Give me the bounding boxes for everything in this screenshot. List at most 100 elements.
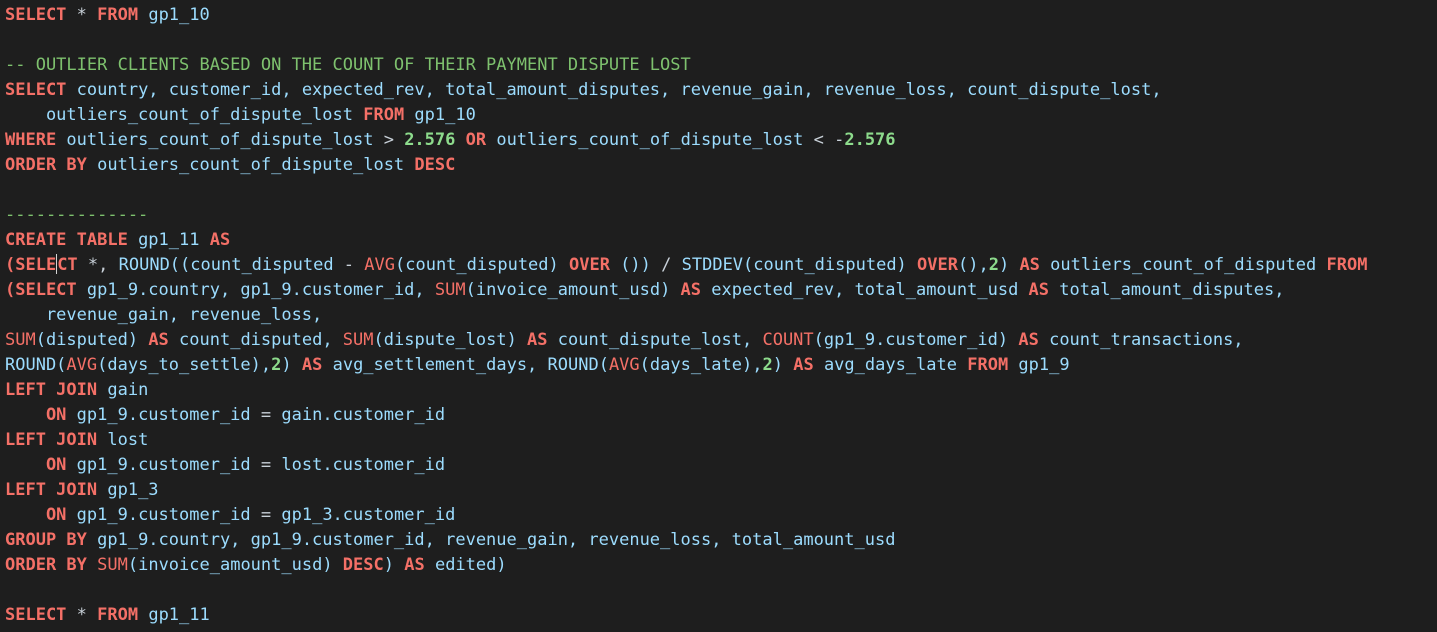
code-token: FROM — [97, 605, 139, 625]
code-token: gp1_9 — [1008, 355, 1070, 375]
code-token: country, customer_id, expected_rev, tota… — [66, 80, 1162, 100]
code-line[interactable]: revenue_gain, revenue_loss, — [5, 303, 1437, 328]
code-token: = — [260, 455, 282, 475]
code-token: (count_disputed) — [395, 255, 569, 275]
code-token: (SELE — [5, 255, 57, 275]
code-token: gp1_3 — [97, 480, 159, 500]
code-line[interactable]: ON gp1_9.customer_id = gain.customer_id — [5, 403, 1437, 428]
code-line[interactable]: SELECT * FROM gp1_10 — [5, 3, 1437, 28]
code-token: ) — [383, 555, 405, 575]
code-token: gain.customer_id — [281, 405, 446, 425]
code-line[interactable]: SELECT * FROM gp1_11 — [5, 603, 1437, 628]
code-token: DESC — [342, 555, 384, 575]
code-token: ORDER BY — [5, 555, 87, 575]
code-token: CREATE TABLE — [5, 230, 128, 250]
code-token: FROM — [97, 5, 139, 25]
code-token: > — [383, 130, 405, 150]
code-token: gp1_10 — [404, 105, 476, 125]
code-line[interactable]: -- OUTLIER CLIENTS BASED ON THE COUNT OF… — [5, 53, 1437, 78]
code-token: gp1_11 — [138, 605, 210, 625]
code-token: count_transactions, — [1038, 330, 1244, 350]
code-line[interactable]: outliers_count_of_dispute_lost FROM gp1_… — [5, 103, 1437, 128]
code-token: FROM — [967, 355, 1009, 375]
code-token: gp1_3.customer_id — [281, 505, 456, 525]
code-token: ORDER BY — [5, 155, 87, 175]
code-token: SELECT — [5, 80, 67, 100]
code-token: edited) — [424, 555, 507, 575]
code-line[interactable]: ORDER BY outliers_count_of_dispute_lost … — [5, 153, 1437, 178]
code-token: < - — [813, 130, 845, 150]
code-token: SELECT — [5, 605, 67, 625]
code-token: ) — [772, 355, 794, 375]
code-line[interactable]: LEFT JOIN lost — [5, 428, 1437, 453]
code-token: ()) — [609, 255, 662, 275]
code-token: AVG — [608, 355, 640, 375]
code-token: count_dispute_lost, — [547, 330, 763, 350]
code-token: avg_days_late — [813, 355, 968, 375]
code-token: gp1_10 — [138, 5, 210, 25]
code-line[interactable]: SUM(disputed) AS count_disputed, SUM(dis… — [5, 328, 1437, 353]
code-token: SUM — [97, 555, 128, 575]
code-token: AS — [209, 230, 231, 250]
code-token: outliers_count_of_dispute_lost — [486, 130, 814, 150]
code-line[interactable]: GROUP BY gp1_9.country, gp1_9.customer_i… — [5, 528, 1437, 553]
code-line[interactable]: WHERE outliers_count_of_dispute_lost > 2… — [5, 128, 1437, 153]
code-token: total_amount_disputes, — [1049, 280, 1285, 300]
code-line[interactable] — [5, 178, 1437, 203]
code-token: lost — [97, 430, 149, 450]
sql-code-editor[interactable]: SELECT * FROM gp1_10 -- OUTLIER CLIENTS … — [0, 3, 1437, 632]
code-token: outliers_count_of_dispute_lost — [56, 130, 384, 150]
code-token: DESC — [414, 155, 456, 175]
code-token: COUNT — [762, 330, 814, 350]
code-token: AVG — [66, 355, 98, 375]
code-line[interactable]: ORDER BY SUM(invoice_amount_usd) DESC) A… — [5, 553, 1437, 578]
code-token: ) — [281, 355, 302, 375]
code-token: LEFT JOIN — [5, 480, 98, 500]
code-line[interactable]: LEFT JOIN gp1_3 — [5, 478, 1437, 503]
code-line[interactable] — [5, 28, 1437, 53]
code-token: avg_settlement_days, ROUND( — [322, 355, 609, 375]
code-token: SELECT — [5, 5, 67, 25]
code-token: gp1_9.country, gp1_9.customer_id, — [76, 280, 435, 300]
code-line[interactable]: ROUND(AVG(days_to_settle),2) AS avg_sett… — [5, 353, 1437, 378]
code-token: gp1_11 — [127, 230, 210, 250]
code-line[interactable]: (SELECT *, ROUND((count_disputed - AVG(c… — [5, 253, 1437, 278]
code-token: ON — [5, 505, 67, 525]
code-token: LEFT JOIN — [5, 430, 98, 450]
code-token: ROUND((count_disputed — [118, 255, 344, 275]
code-token: *, — [77, 255, 119, 275]
code-token: FROM — [1326, 255, 1368, 275]
code-token: outliers_count_of_disputed — [1039, 255, 1327, 275]
code-line[interactable]: ON gp1_9.customer_id = lost.customer_id — [5, 453, 1437, 478]
code-token: AS — [301, 355, 323, 375]
code-line[interactable]: LEFT JOIN gain — [5, 378, 1437, 403]
code-line[interactable]: ON gp1_9.customer_id = gp1_3.customer_id — [5, 503, 1437, 528]
code-token: 2 — [762, 355, 773, 375]
code-token: gain — [97, 380, 149, 400]
code-token: / — [661, 255, 682, 275]
code-token: AS — [1028, 280, 1050, 300]
code-token: 2 — [271, 355, 282, 375]
code-token: = — [260, 505, 282, 525]
code-line[interactable] — [5, 578, 1437, 603]
code-token: FROM — [363, 105, 405, 125]
code-line[interactable]: SELECT country, customer_id, expected_re… — [5, 78, 1437, 103]
code-token: GROUP BY — [5, 530, 87, 550]
code-token: (), — [957, 255, 989, 275]
code-token: (disputed) — [35, 330, 149, 350]
code-line[interactable]: CREATE TABLE gp1_11 AS — [5, 228, 1437, 253]
code-token: AS — [527, 330, 548, 350]
code-token: (days_to_settle), — [97, 355, 272, 375]
code-token: (invoice_amount_usd) — [465, 280, 681, 300]
code-token: OR — [465, 130, 487, 150]
code-line[interactable]: (SELECT gp1_9.country, gp1_9.customer_id… — [5, 278, 1437, 303]
code-token: * — [66, 605, 98, 625]
code-token: gp1_9.customer_id — [66, 405, 261, 425]
code-token: AS — [148, 330, 169, 350]
code-token: (SELECT — [5, 280, 77, 300]
code-token: STDDEV(count_disputed) — [681, 255, 918, 275]
code-token: revenue_gain, revenue_loss, — [5, 305, 323, 325]
code-token: gp1_9.customer_id — [66, 455, 261, 475]
code-line[interactable]: -------------- — [5, 203, 1437, 228]
